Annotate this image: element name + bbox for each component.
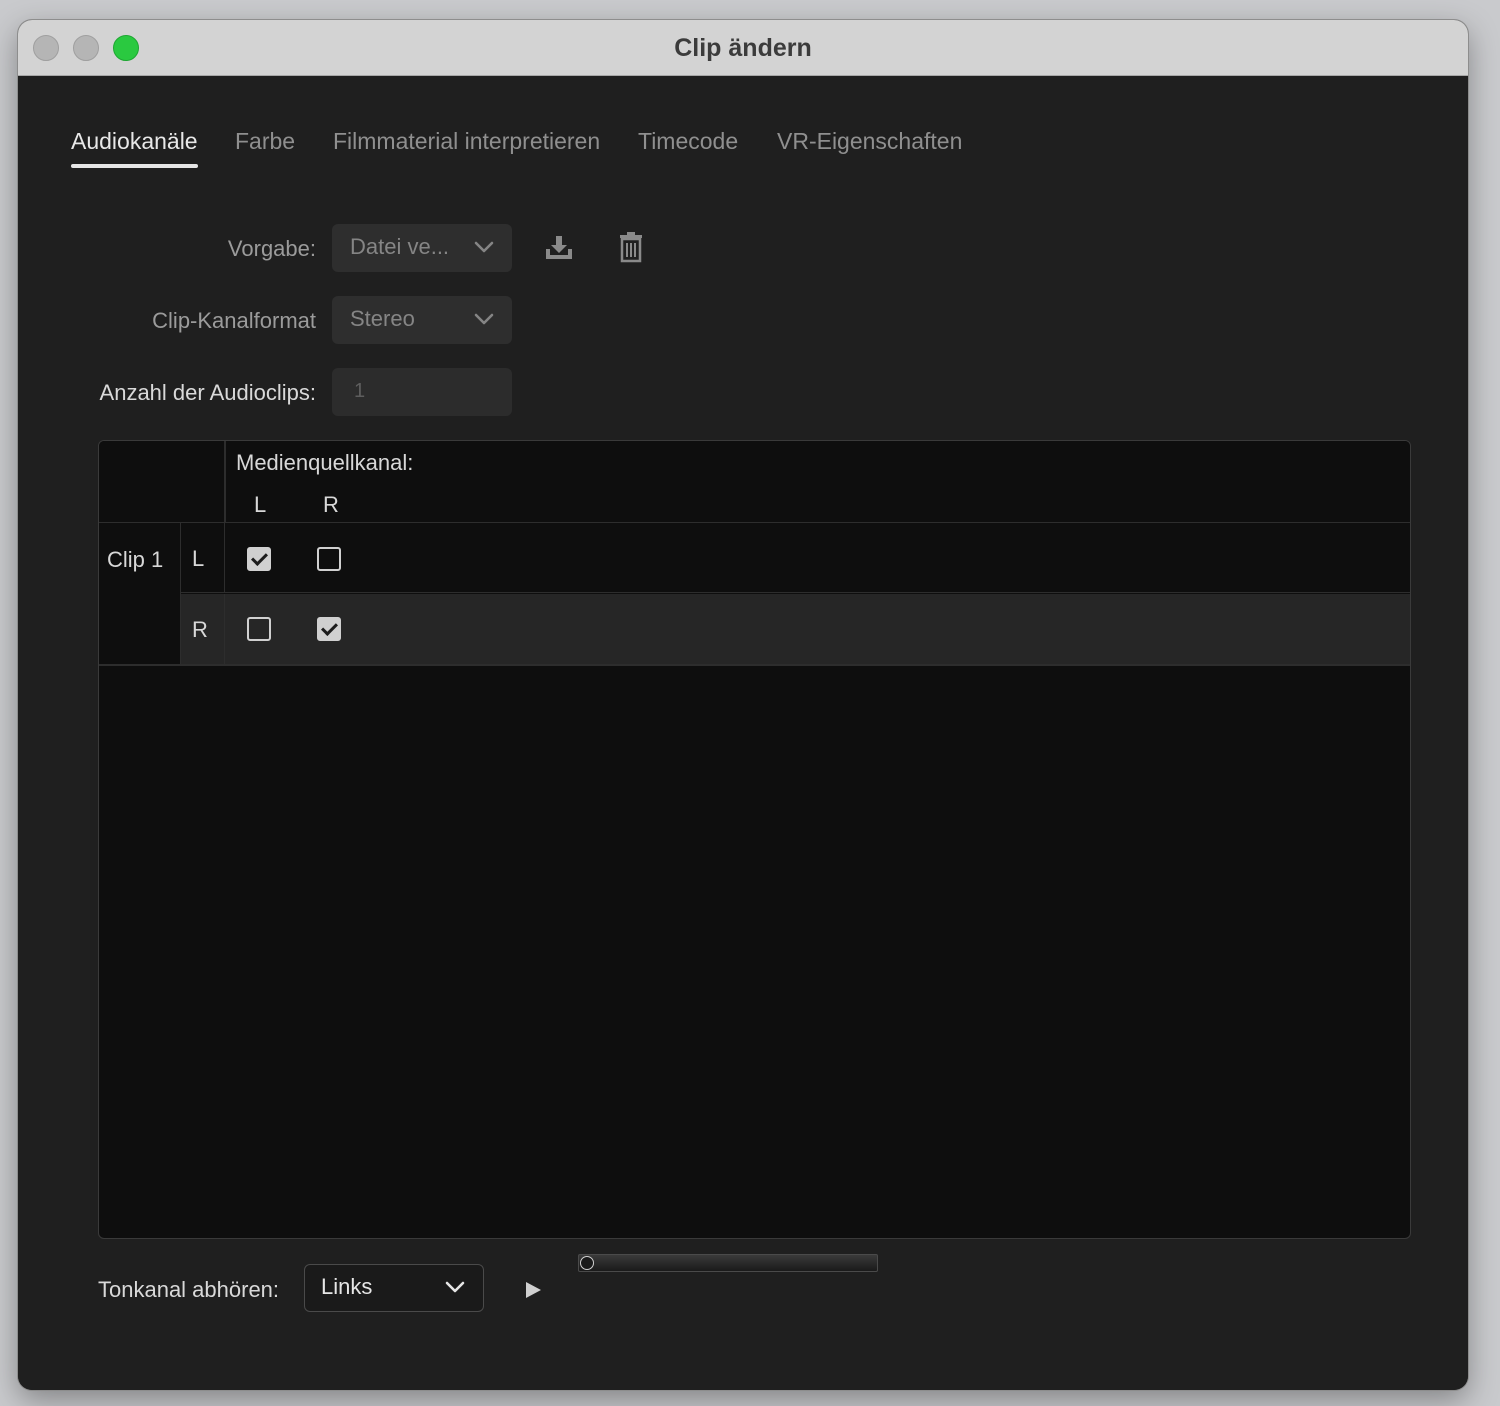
channel-format-dropdown[interactable]: Stereo: [332, 296, 512, 344]
monitor-channel-dropdown[interactable]: Links: [304, 1264, 484, 1312]
monitor-channel-label: Tonkanal abhören:: [98, 1277, 280, 1302]
dialog-content: Audiokanäle Farbe Filmmaterial interpret…: [18, 76, 1468, 1390]
grid-divider: [99, 664, 1410, 666]
clip-channel-label: R: [192, 617, 208, 642]
grid-header: Medienquellkanal: L R: [99, 441, 1410, 523]
window-title: Clip ändern: [674, 34, 812, 62]
preset-label: Vorgabe:: [227, 236, 316, 261]
chevron-down-icon: [445, 1281, 465, 1293]
tab-label: Timecode: [638, 128, 739, 154]
channel-mapping-grid: Medienquellkanal: L R Clip 1 L R: [98, 440, 1411, 1239]
clip-channel-l: L: [181, 523, 225, 593]
clip-label: Clip 1: [107, 547, 164, 572]
chevron-down-icon: [474, 313, 494, 325]
audio-clips-field[interactable]: 1: [332, 368, 512, 416]
channel-format-value: Stereo: [350, 306, 415, 331]
save-preset-button[interactable]: [542, 231, 576, 265]
checkbox-clip1-l-source-r[interactable]: [317, 547, 341, 571]
tab-label: Audiokanäle: [71, 128, 198, 154]
source-channel-title: Medienquellkanal:: [236, 450, 414, 475]
audio-clips-value: 1: [354, 380, 366, 402]
checkbox-clip1-r-source-r[interactable]: [317, 617, 341, 641]
chevron-down-icon: [474, 241, 494, 253]
tab-label: VR-Eigenschaften: [777, 128, 963, 154]
tab-farbe[interactable]: Farbe: [235, 128, 295, 155]
grid-divider: [224, 441, 226, 523]
monitor-channel-value: Links: [321, 1274, 373, 1299]
clip-channel-r: R: [181, 594, 225, 664]
channel-format-label: Clip-Kanalformat: [152, 308, 316, 333]
checkbox-clip1-r-source-l[interactable]: [247, 617, 271, 641]
checkbox-clip1-l-source-l[interactable]: [247, 547, 271, 571]
audio-clips-label: Anzahl der Audioclips:: [99, 380, 316, 405]
table-row: [225, 523, 1410, 593]
clip-channel-label: L: [192, 546, 205, 571]
delete-preset-button[interactable]: [614, 230, 648, 264]
preset-dropdown[interactable]: Datei ve...: [332, 224, 512, 272]
tab-filmmaterial-interpretieren[interactable]: Filmmaterial interpretieren: [333, 128, 600, 155]
slider-track: [578, 1254, 878, 1272]
table-row: [225, 594, 1410, 664]
play-icon[interactable]: [523, 1280, 543, 1300]
tab-label: Filmmaterial interpretieren: [333, 128, 601, 154]
clip-cell: Clip 1: [99, 523, 181, 664]
tab-vr-eigenschaften[interactable]: VR-Eigenschaften: [777, 128, 962, 155]
preset-value: Datei ve...: [350, 234, 450, 259]
clip-modify-dialog: Clip ändern Audiokanäle Farbe Filmmateri…: [18, 20, 1468, 1390]
title-bar: Clip ändern: [18, 20, 1468, 76]
source-channel-r: R: [323, 492, 339, 517]
download-icon: [546, 236, 572, 259]
tab-label: Farbe: [235, 128, 296, 154]
trash-icon: [620, 232, 642, 263]
active-tab-indicator: [71, 164, 198, 168]
tab-timecode[interactable]: Timecode: [638, 128, 738, 155]
monitor-slider[interactable]: [578, 1253, 880, 1273]
source-channel-l: L: [254, 492, 267, 517]
tab-audiokanaele[interactable]: Audiokanäle: [71, 128, 198, 168]
slider-knob[interactable]: [580, 1256, 594, 1270]
